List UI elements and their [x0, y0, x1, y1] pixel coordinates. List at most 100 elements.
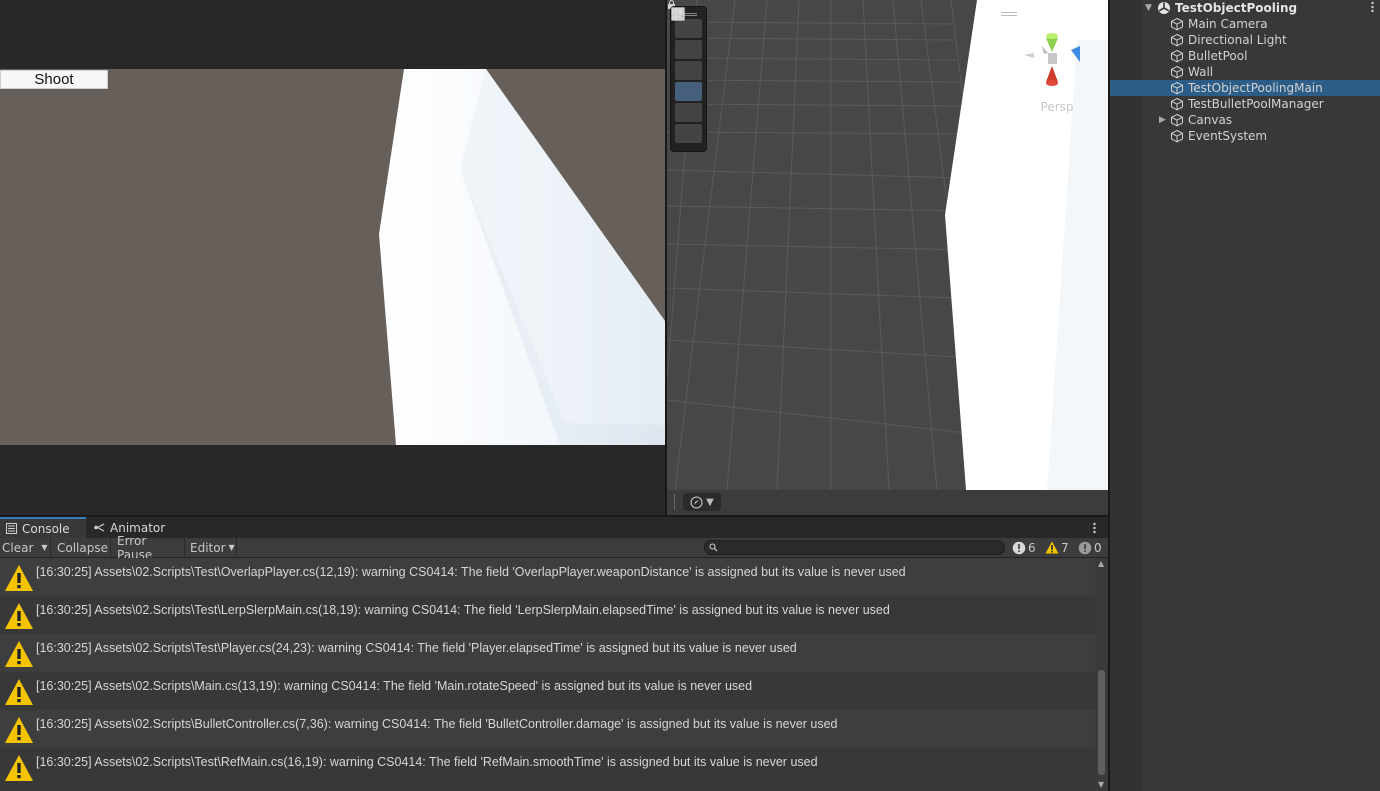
warning-icon [5, 679, 33, 705]
console-scrollbar[interactable]: ▲ ▼ [1095, 558, 1108, 791]
console-log-message: [16:30:25] Assets\02.Scripts\Test\Player… [36, 641, 797, 655]
shoot-button[interactable]: Shoot [0, 70, 108, 89]
hierarchy-scene-root[interactable]: ▼ TestObjectPooling [1110, 0, 1380, 16]
hierarchy-item[interactable]: Wall [1110, 64, 1380, 80]
hierarchy-item-label: Main Camera [1188, 17, 1268, 31]
info-count-toggle[interactable]: 6 [1012, 538, 1036, 557]
expand-arrow-icon[interactable]: ▼ [1145, 3, 1152, 13]
scroll-down-icon[interactable]: ▼ [1098, 780, 1104, 789]
scale-tool-button[interactable] [671, 7, 702, 101]
chevron-down-icon: ▼ [228, 543, 235, 552]
warning-icon [5, 755, 33, 781]
hierarchy-item[interactable]: Main Camera [1110, 16, 1380, 32]
chevron-down-icon[interactable]: ▼ [41, 543, 47, 552]
warning-count: 7 [1061, 540, 1069, 555]
console-log-list[interactable]: [16:30:25] Assets\02.Scripts\Test\Overla… [0, 558, 1095, 791]
gameobject-cube-icon [1171, 65, 1183, 79]
tab-console[interactable]: Console [0, 517, 86, 538]
clear-label: Clear [2, 540, 34, 555]
console-log-message: [16:30:25] Assets\02.Scripts\Test\RefMai… [36, 755, 818, 769]
console-log-message: [16:30:25] Assets\02.Scripts\BulletContr… [36, 717, 838, 731]
rect-tool-button[interactable] [672, 8, 702, 122]
console-log-row[interactable]: [16:30:25] Assets\02.Scripts\Test\Player… [0, 634, 1095, 672]
projection-label[interactable]: Persp [1035, 100, 1079, 114]
gameobject-cube-icon [1171, 33, 1183, 47]
hierarchy-item[interactable]: TestBulletPoolManager [1110, 96, 1380, 112]
gameobject-cube-icon [1171, 129, 1183, 143]
console-log-message: [16:30:25] Assets\02.Scripts\Main.cs(13,… [36, 679, 753, 693]
tab-console-label: Console [22, 521, 70, 536]
search-icon [709, 543, 718, 552]
info-count: 6 [1028, 540, 1036, 555]
compass-icon [690, 495, 703, 509]
scrollbar-thumb[interactable] [1098, 670, 1105, 775]
search-input[interactable] [704, 540, 1005, 555]
console-log-row[interactable]: [16:30:25] Assets\02.Scripts\BulletContr… [0, 710, 1095, 748]
hierarchy-item[interactable]: ▶ Canvas [1110, 112, 1380, 128]
unity-scene-icon [1158, 2, 1170, 14]
gameobject-cube-icon [1171, 49, 1183, 63]
hierarchy-item[interactable]: TestObjectPoolingMain [1110, 80, 1380, 96]
console-log-row[interactable]: [16:30:25] Assets\02.Scripts\Test\RefMai… [0, 748, 1095, 786]
hierarchy-item[interactable]: BulletPool [1110, 48, 1380, 64]
kebab-menu-icon[interactable] [1371, 1, 1374, 13]
gameobject-cube-icon [1171, 113, 1183, 127]
hierarchy-item-label: TestObjectPoolingMain [1188, 81, 1323, 95]
expand-arrow-icon[interactable]: ▶ [1159, 115, 1166, 125]
rotate-tool-button[interactable] [672, 8, 702, 80]
hand-tool-button[interactable] [674, 8, 702, 38]
console-panel: Console Animator Clear ▼ Collapse Error … [0, 517, 1108, 791]
move-tool-button[interactable] [672, 8, 702, 59]
console-log-row[interactable]: [16:30:25] Assets\02.Scripts\Main.cs(13,… [0, 672, 1095, 710]
tools-overlay [670, 6, 707, 152]
scene-view-options-dropdown[interactable]: ▼ [683, 493, 721, 511]
warning-icon [5, 565, 33, 591]
console-log-message: [16:30:25] Assets\02.Scripts\Test\Overla… [36, 565, 906, 579]
grip-handle[interactable] [674, 494, 676, 510]
animator-icon [94, 523, 105, 532]
hierarchy-item[interactable]: Directional Light [1110, 32, 1380, 48]
chevron-down-icon: ▼ [706, 496, 714, 508]
info-icon [1012, 541, 1026, 554]
scroll-up-icon[interactable]: ▲ [1098, 559, 1104, 568]
kebab-menu-icon[interactable] [1093, 522, 1096, 534]
orientation-gizmo[interactable] [1022, 20, 1102, 100]
warning-icon [5, 603, 33, 629]
gameobject-cube-icon [1171, 97, 1183, 111]
console-log-row[interactable]: [16:30:25] Assets\02.Scripts\Test\LerpSl… [0, 596, 1095, 634]
hierarchy-panel: ▼ TestObjectPooling Main Camera Direction… [1110, 0, 1380, 791]
axis-gizmo-icon [1024, 33, 1080, 86]
console-log-message: [16:30:25] Assets\02.Scripts\Test\LerpSl… [36, 603, 890, 617]
error-icon [1078, 541, 1092, 554]
collapse-button[interactable]: Collapse [53, 538, 111, 557]
game-scene-render [379, 69, 665, 445]
gameobject-cube-icon [1171, 81, 1183, 95]
scene-view[interactable]: Persp ▼ [667, 0, 1108, 515]
hierarchy-item[interactable]: EventSystem [1110, 128, 1380, 144]
transform-tool-button[interactable] [671, 7, 702, 143]
gameobject-cube-icon [1171, 17, 1183, 31]
scene-name: TestObjectPooling [1175, 1, 1298, 15]
error-count-toggle[interactable]: 0 [1078, 538, 1102, 557]
transform-tool-icon [671, 7, 685, 21]
error-count: 0 [1094, 540, 1102, 555]
error-pause-button[interactable]: Error Pause [113, 534, 185, 562]
game-view[interactable]: Shoot [0, 0, 665, 515]
editor-label: Editor [190, 540, 226, 555]
console-toolbar: Clear ▼ Collapse Error Pause Editor ▼ 6 [0, 534, 1108, 562]
warning-icon [5, 641, 33, 667]
editor-dropdown[interactable]: Editor ▼ [187, 538, 237, 557]
warning-icon [5, 717, 33, 743]
overlay-drag-handle[interactable] [1001, 12, 1017, 13]
warning-count-toggle[interactable]: 7 [1045, 538, 1069, 557]
hierarchy-item-label: Wall [1188, 65, 1214, 79]
game-render-area[interactable] [0, 69, 665, 445]
console-log-row[interactable]: [16:30:25] Assets\02.Scripts\Test\Overla… [0, 558, 1095, 596]
clear-button[interactable]: Clear ▼ [0, 538, 51, 557]
scene-bottom-bar: ▼ [667, 490, 1108, 515]
warning-icon [1045, 541, 1059, 554]
hierarchy-item-label: TestBulletPoolManager [1188, 97, 1324, 111]
hierarchy-item-label: EventSystem [1188, 129, 1268, 143]
console-icon [6, 523, 17, 534]
scene-render-area[interactable]: Persp [667, 0, 1108, 490]
